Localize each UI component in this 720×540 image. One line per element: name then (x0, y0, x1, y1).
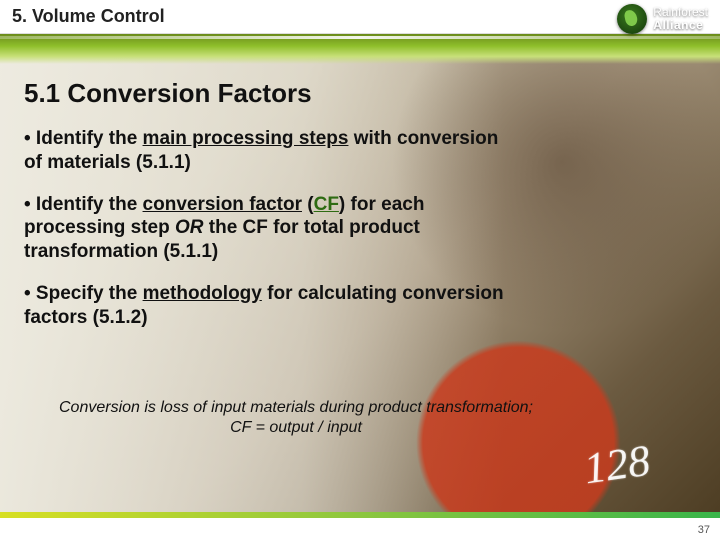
frog-seal-icon (617, 4, 647, 34)
brand-logo-text: Rainforest Alliance (653, 6, 708, 32)
footnote-line2: CF = output / input (230, 419, 362, 436)
b2-cf: CF (314, 194, 339, 215)
bullet-2: • Identify the conversion factor (CF) fo… (24, 193, 504, 264)
b1-lead: • Identify the (24, 128, 143, 149)
footnote-line1: Conversion is loss of input materials du… (59, 399, 533, 416)
b2-paren-open: ( (302, 194, 314, 215)
bullet-3: • Specify the methodology for calculatin… (24, 282, 504, 330)
b3-lead: • Specify the (24, 283, 143, 304)
content-area: 5.1 Conversion Factors • Identify the ma… (24, 78, 680, 347)
footnote: Conversion is loss of input materials du… (16, 398, 576, 438)
b2-or: OR (175, 217, 204, 238)
b2-underlined: conversion factor (143, 194, 302, 215)
green-swoosh (0, 34, 720, 64)
b2-lead: • Identify the (24, 194, 143, 215)
title-bar: 5. Volume Control (0, 0, 720, 34)
slide: 128 5. Volume Control Rainforest Allianc… (0, 0, 720, 540)
page-number: 37 (698, 524, 710, 536)
brand-logo: Rainforest Alliance (617, 4, 708, 34)
section-heading: 5.1 Conversion Factors (24, 78, 680, 109)
b3-underlined: methodology (143, 283, 262, 304)
bg-chalk-number: 128 (581, 435, 653, 495)
brand-line2: Alliance (653, 19, 708, 32)
bottom-white-bar (0, 518, 720, 540)
b1-underlined: main processing steps (143, 128, 349, 149)
bullet-1: • Identify the main processing steps wit… (24, 127, 504, 175)
title-text: 5. Volume Control (12, 6, 165, 27)
